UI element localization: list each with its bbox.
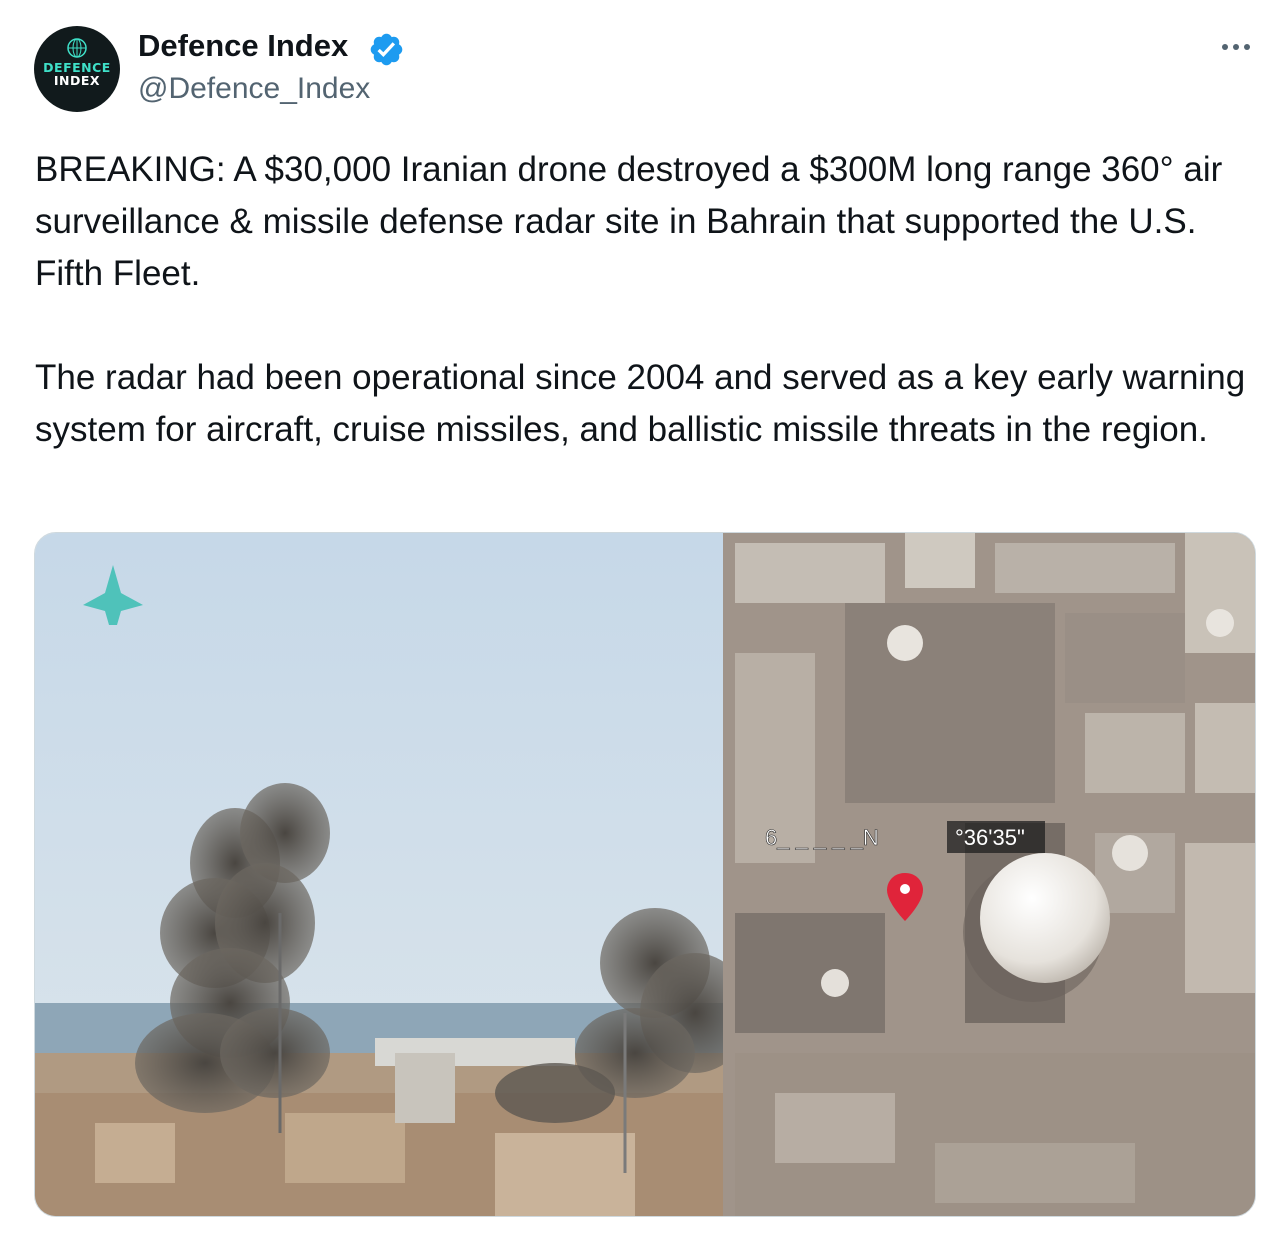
more-options-icon: [1222, 44, 1228, 50]
tweet-paragraph: BREAKING: A $30,000 Iranian drone destro…: [35, 150, 1223, 293]
more-options-button[interactable]: [1216, 30, 1256, 64]
media-image: 6_ _ _ _ _N °36'35": [35, 533, 1255, 1216]
tweet-media[interactable]: 6_ _ _ _ _N °36'35": [34, 532, 1256, 1217]
verified-badge-icon: [370, 33, 403, 66]
coord-label-right: °36'35": [955, 825, 1025, 850]
display-name[interactable]: Defence Index: [138, 28, 348, 64]
coord-label-left: 6_ _ _ _ _N: [765, 825, 879, 850]
satellite-photo: [723, 533, 1255, 1216]
avatar[interactable]: DEFENCE INDEX: [34, 26, 120, 112]
avatar-logo-line2: INDEX: [53, 73, 101, 88]
explosion-photo: [35, 533, 750, 1216]
handle[interactable]: @Defence_Index: [138, 72, 370, 106]
tweet: DEFENCE INDEX Defence Index @Defence_Ind…: [0, 0, 1280, 1245]
tweet-paragraph: The radar had been operational since 200…: [35, 358, 1246, 449]
tweet-text: BREAKING: A $30,000 Iranian drone destro…: [35, 144, 1250, 456]
